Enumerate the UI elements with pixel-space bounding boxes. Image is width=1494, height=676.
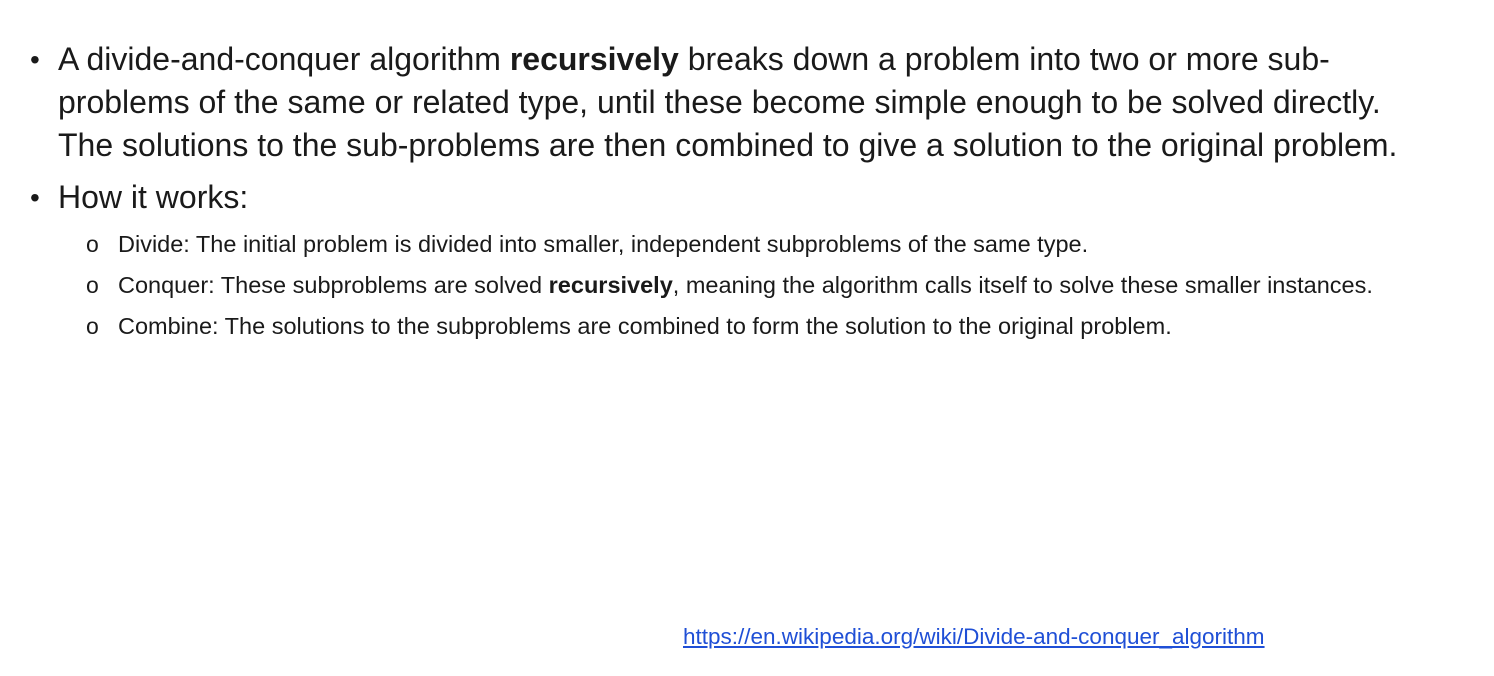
sub-bullet-marker: o xyxy=(86,272,99,298)
step-combine-text: Combine: The solutions to the subproblem… xyxy=(118,313,1172,339)
step-conquer: o Conquer: These subproblems are solved … xyxy=(30,269,1430,301)
how-it-works-bullet: • How it works: xyxy=(30,176,1430,219)
definition-bullet: • A divide-and-conquer algorithm recursi… xyxy=(30,38,1430,167)
bullet-marker: • xyxy=(30,44,40,75)
step-divide-text: Divide: The initial problem is divided i… xyxy=(118,231,1089,257)
step-divide: o Divide: The initial problem is divided… xyxy=(30,228,1430,260)
definition-emphasis: recursively xyxy=(509,41,679,77)
step-conquer-emphasis: recursively xyxy=(548,272,673,298)
step-conquer-text-start: Conquer: These subproblems are solved xyxy=(118,272,549,298)
definition-text-start: A divide-and-conquer algorithm xyxy=(58,41,510,77)
slide: • A divide-and-conquer algorithm recursi… xyxy=(0,0,1494,676)
bullet-marker: • xyxy=(30,182,40,213)
step-conquer-text-end: , meaning the algorithm calls itself to … xyxy=(672,272,1373,298)
sub-bullet-marker: o xyxy=(86,231,99,257)
slide-content: • A divide-and-conquer algorithm recursi… xyxy=(30,38,1430,351)
step-combine: o Combine: The solutions to the subprobl… xyxy=(30,310,1430,342)
sub-bullet-marker: o xyxy=(86,313,99,339)
reference-link[interactable]: https://en.wikipedia.org/wiki/Divide-and… xyxy=(683,622,1265,652)
steps-list: o Divide: The initial problem is divided… xyxy=(30,228,1430,342)
how-it-works-label: How it works: xyxy=(58,179,249,215)
